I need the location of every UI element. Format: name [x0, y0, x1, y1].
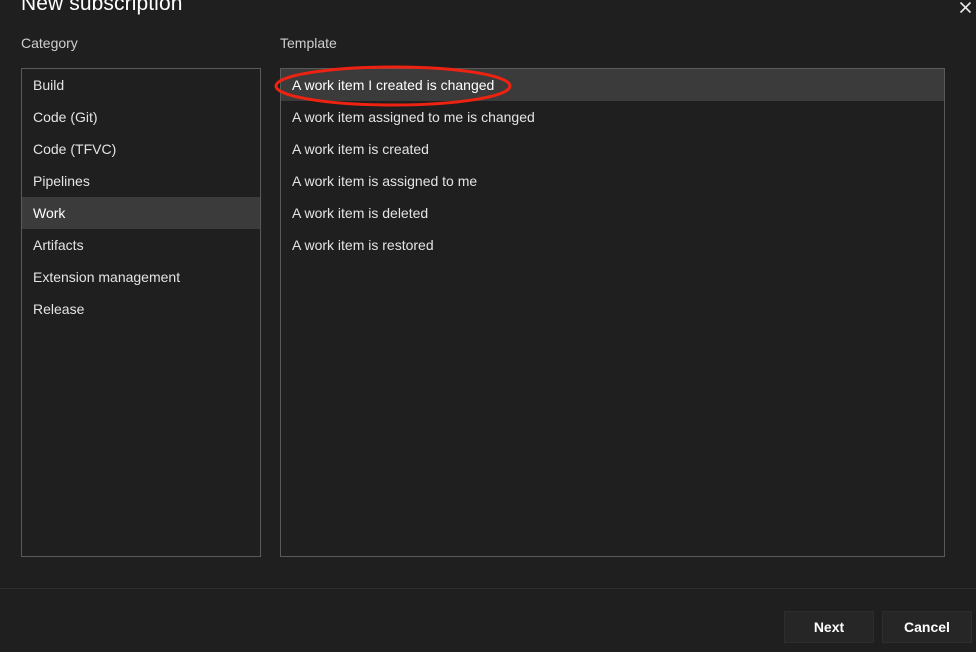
category-item[interactable]: Pipelines [22, 165, 260, 197]
template-item[interactable]: A work item assigned to me is changed [281, 101, 944, 133]
new-subscription-dialog: New subscription Category Template Build… [0, 0, 976, 652]
template-list: A work item I created is changed A work i… [281, 69, 944, 261]
template-item[interactable]: A work item is deleted [281, 197, 944, 229]
cancel-button[interactable]: Cancel [882, 611, 972, 643]
template-item[interactable]: A work item is restored [281, 229, 944, 261]
category-item[interactable]: Code (TFVC) [22, 133, 260, 165]
category-item[interactable]: Extension management [22, 261, 260, 293]
template-item[interactable]: A work item is created [281, 133, 944, 165]
category-item[interactable]: Build [22, 69, 260, 101]
next-button[interactable]: Next [784, 611, 874, 643]
template-item[interactable]: A work item I created is changed [281, 69, 944, 101]
dialog-footer: Next Cancel [784, 611, 972, 643]
template-listbox[interactable]: A work item I created is changed A work i… [280, 68, 945, 557]
close-icon[interactable] [954, 0, 976, 18]
category-item[interactable]: Work [22, 197, 260, 229]
category-item[interactable]: Artifacts [22, 229, 260, 261]
category-list: Build Code (Git) Code (TFVC) Pipelines Work A… [22, 69, 260, 325]
category-listbox[interactable]: Build Code (Git) Code (TFVC) Pipelines Work A… [21, 68, 261, 557]
page-title: New subscription [21, 0, 183, 15]
category-column-label: Category [21, 35, 78, 51]
footer-divider [0, 588, 976, 589]
category-item[interactable]: Code (Git) [22, 101, 260, 133]
template-column-label: Template [280, 35, 337, 51]
template-item[interactable]: A work item is assigned to me [281, 165, 944, 197]
category-item[interactable]: Release [22, 293, 260, 325]
